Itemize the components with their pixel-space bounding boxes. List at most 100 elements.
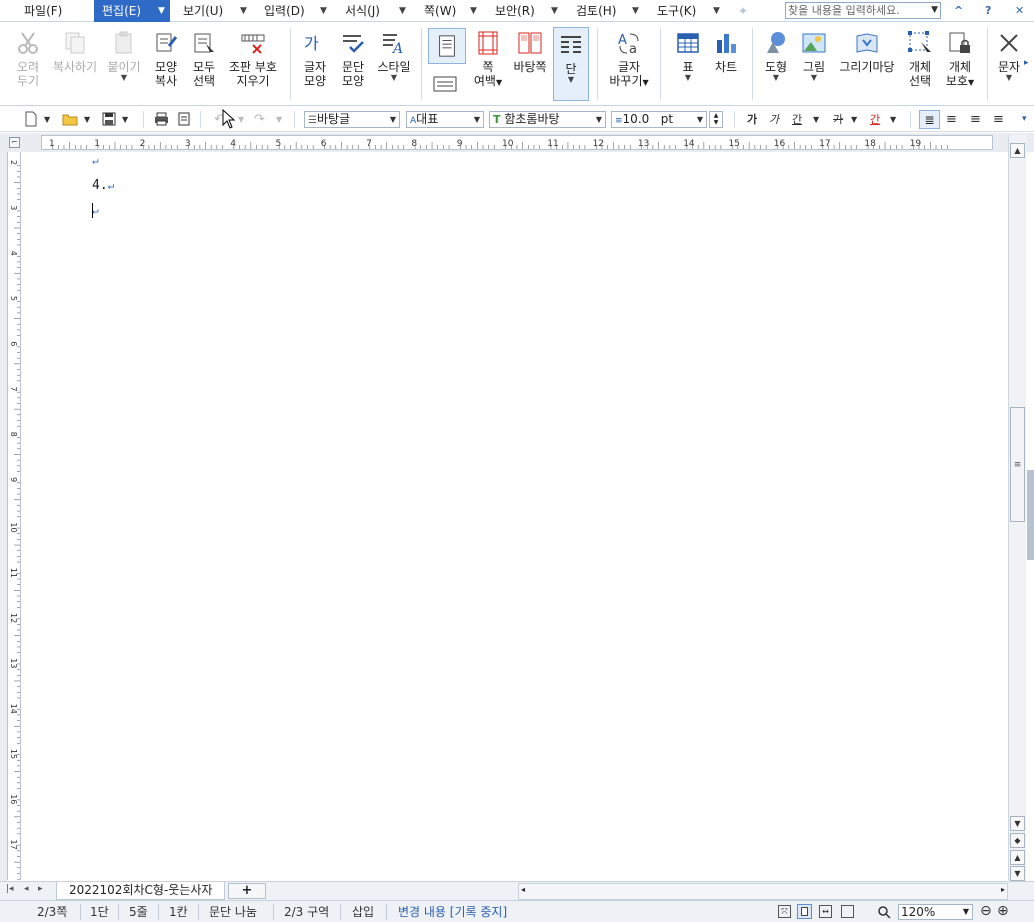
horizontal-scrollbar[interactable]: ◂ ▸ [518,883,1008,900]
menu-view[interactable]: 보기(U) ▼ [183,0,247,22]
replace-button[interactable]: Aa 글자 바꾸기▼ [606,26,652,90]
document-tab[interactable]: 2022102회차C형-웃는사자 [56,882,226,900]
full-page-icon[interactable] [841,905,854,918]
chevron-down-icon[interactable]: ▼ [796,74,832,82]
horizontal-ruler[interactable]: 1 1 2 3 4 5 6 7 8 9 10 11 12 13 14 15 16 17 18 19 [41,135,993,150]
chevron-down-icon[interactable]: ▼ [713,0,720,22]
zoom-magnifier-icon[interactable] [877,905,891,919]
redo-icon[interactable]: ↷ [254,111,265,128]
chevron-down-icon[interactable]: ▼ [697,112,703,127]
menu-insert[interactable]: 입력(D) ▼ [264,0,327,22]
chevron-down-icon[interactable]: ▼ [554,76,588,84]
print-icon[interactable] [154,112,169,126]
gallery-button[interactable]: 그리기마당 [836,26,898,74]
search-input[interactable]: 찾을 내용을 입력하세요. ▼ [785,2,941,19]
object-protect-button[interactable]: 개체 보호▼ [942,26,978,90]
cut-button[interactable]: 오려 두기 [10,26,46,88]
text-more-button[interactable]: 문자 ▼ [993,26,1025,82]
chevron-down-icon[interactable]: ▼ [758,74,794,82]
style-select[interactable]: ☰바탕글 ▼ [304,111,400,128]
underline-button[interactable]: 간 [792,111,802,128]
align-right-button[interactable]: ≡ [993,111,1004,128]
ruler-corner-button[interactable]: ⌐ [9,137,20,148]
chevron-down-icon[interactable]: ▼ [122,111,128,128]
new-document-icon[interactable] [24,111,38,127]
page-landscape-button[interactable] [432,74,462,100]
zoom-in-icon[interactable]: ⊕ [997,903,1009,919]
chevron-down-icon[interactable]: ▼ [596,112,602,127]
chevron-down-icon[interactable]: ▼ [44,111,50,128]
copy-button[interactable]: 복사하기 [50,26,100,74]
chevron-down-icon[interactable]: ▼ [399,0,406,22]
chevron-down-icon[interactable]: ▼ [240,0,247,22]
chevron-down-icon[interactable]: ▼ [84,111,90,128]
side-panel-handle[interactable] [1027,470,1034,560]
chevron-down-icon[interactable]: ▼ [474,112,480,127]
status-insert-mode[interactable]: 삽입 [352,901,374,922]
zoom-out-icon[interactable]: ⊖ [980,903,992,919]
chevron-down-icon[interactable]: ▼ [890,111,896,128]
help-icon[interactable]: ? [985,4,991,17]
document-line-1[interactable]: ↵ [92,153,99,168]
align-center-button[interactable]: ≡ [970,111,981,128]
page-up-button[interactable]: ▲ [1010,850,1025,865]
align-left-button[interactable]: ≡ [946,111,957,128]
chevron-down-icon[interactable]: ▼ [551,0,558,22]
table-button[interactable]: 표 ▼ [670,26,706,82]
status-track-changes[interactable]: 변경 내용 [기록 중지] [398,901,507,922]
language-select[interactable]: A대표 ▼ [406,111,484,128]
add-tab-button[interactable]: + [228,883,266,899]
preview-icon[interactable] [177,112,191,126]
font-size-input[interactable]: ≡10.0 pt ▼ [611,111,707,128]
document-line-2[interactable]: 4.↵ [92,178,114,193]
scroll-thumb[interactable]: ≡ [1010,407,1025,522]
chevron-down-icon[interactable]: ▼ [851,111,857,128]
menu-file[interactable]: 파일(F) [24,0,62,22]
bold-button[interactable]: 가 [747,111,757,128]
chevron-down-icon[interactable]: ▼ [813,111,819,128]
object-select-button[interactable]: 개체 선택 [902,26,938,88]
align-justify-button[interactable]: ≣ [919,110,940,129]
chart-button[interactable]: 차트 [708,26,744,74]
italic-button[interactable]: 가 [769,111,779,128]
chevron-down-icon[interactable]: ▼ [670,74,706,82]
column-button[interactable]: 단 ▼ [553,27,589,101]
scroll-down-button[interactable]: ▼ [1010,816,1025,831]
chevron-down-icon[interactable]: ▼ [632,0,639,22]
chevron-down-icon[interactable]: ▼ [390,112,396,127]
select-all-button[interactable]: 모두 선택 [186,26,222,88]
para-shape-button[interactable]: 문단 모양 [335,26,371,88]
page-margin-button[interactable]: 쪽 여백▼ [470,26,506,90]
ribbon-scroll-right-icon[interactable]: ▸ [1024,58,1029,68]
menu-tools[interactable]: 도구(K) ▼ [657,0,720,22]
zoom-select[interactable]: 120% ▼ [898,904,973,920]
menu-page[interactable]: 쪽(W) ▼ [424,0,477,22]
prev-page-button[interactable]: ◆ [1010,833,1025,848]
page-layout-button[interactable] [428,28,466,64]
fit-page-icon[interactable]: ⤧ [778,905,791,918]
font-size-stepper[interactable]: ▲ ▼ [709,111,723,128]
chevron-down-icon[interactable]: ▼ [993,74,1025,82]
prev-tab-button[interactable]: ◂ [24,884,29,894]
document-page[interactable] [42,152,993,880]
scroll-left-button[interactable]: ◂ [521,885,525,894]
chevron-down-icon[interactable]: ▼ [104,74,144,82]
scroll-right-button[interactable]: ▸ [1001,885,1005,894]
strikethrough-button[interactable]: 가 [833,111,843,128]
vertical-ruler[interactable]: 2 3 4 5 6 7 8 9 10 11 12 13 14 15 16 17 [7,152,21,880]
page-view-icon[interactable] [797,904,812,919]
chevron-down-icon[interactable]: ▼ [276,111,282,128]
chevron-down-icon[interactable]: ▼ [238,111,244,128]
chevron-down-icon[interactable]: ▼ [931,3,938,18]
collapse-ribbon-icon[interactable]: ^ [954,4,963,17]
chevron-down-icon[interactable]: ▼ [158,0,165,22]
tools-extra-icon[interactable]: ✦ [738,4,754,18]
menu-edit[interactable]: 편집(E) ▼ [94,0,170,22]
font-select[interactable]: T 함초롬바탕 ▼ [489,111,606,128]
paste-button[interactable]: 붙이기 ▼ [104,26,144,82]
bg-page-button[interactable]: 바탕쪽 [510,26,550,74]
style-button[interactable]: A 스타일 ▼ [373,26,415,82]
fit-width-icon[interactable]: ↔ [819,905,832,918]
format-copy-button[interactable]: 모양 복사 [148,26,184,88]
open-folder-icon[interactable] [62,112,79,126]
